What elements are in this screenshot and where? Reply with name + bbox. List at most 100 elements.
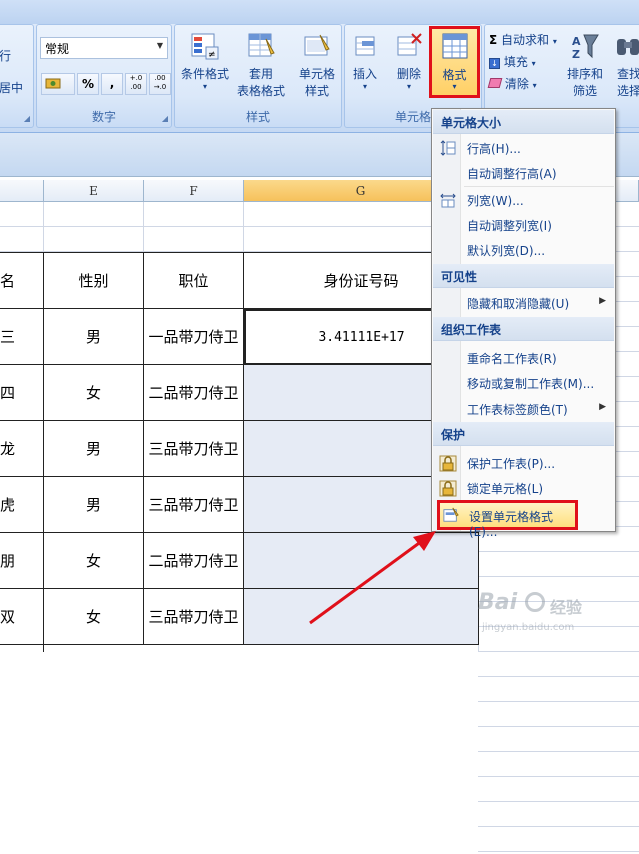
column-width-icon: [440, 193, 456, 208]
cell-name[interactable]: 朋: [0, 533, 44, 589]
cell-gender[interactable]: 男: [44, 309, 144, 365]
dialog-launcher-icon[interactable]: ◢: [162, 114, 168, 123]
increase-decimal-button[interactable]: +.0 .00: [125, 73, 147, 95]
currency-button[interactable]: [41, 73, 75, 95]
table-format-icon: [248, 33, 275, 57]
cell-gender[interactable]: 男: [44, 421, 144, 477]
delete-button[interactable]: 删除 ▾: [385, 29, 433, 101]
styles-group: ≠ 条件格式 ▾ 套用 表格格式 单元格 样式 样式: [174, 24, 342, 128]
insert-button[interactable]: 插入 ▾: [341, 29, 389, 101]
cell-position[interactable]: 三品带刀侍卫: [144, 589, 244, 645]
cell-gender[interactable]: 女: [44, 365, 144, 421]
autosum-label: 自动求和: [501, 33, 550, 47]
merge-center-label[interactable]: 居中: [0, 79, 23, 96]
table-format-button[interactable]: 套用 表格格式: [233, 29, 289, 101]
delete-label: 删除: [396, 67, 421, 81]
fill-down-icon: ↓: [489, 58, 500, 69]
menu-item-label: 列宽(W)...: [467, 194, 524, 208]
red-arrow-annotation: [309, 531, 436, 625]
cell-style-label-2: 样式: [304, 84, 329, 98]
cell-name[interactable]: 三: [0, 309, 44, 365]
menu-section-protection: 保护: [433, 422, 614, 446]
ribbon-tab-strip: [0, 0, 639, 24]
menu-item-row-height[interactable]: 行高(H)...: [433, 135, 614, 160]
styles-group-label: 样式: [245, 110, 270, 124]
menu-item-column-width[interactable]: 列宽(W)...: [433, 187, 614, 212]
fill-button[interactable]: ↓ 填充 ▾: [489, 53, 536, 70]
chevron-down-icon: ▼: [156, 41, 163, 50]
menu-item-hide-unhide[interactable]: 隐藏和取消隐藏(U) ▶: [433, 290, 614, 315]
autosum-button[interactable]: Σ 自动求和 ▾: [489, 31, 557, 48]
menu-section-visibility: 可见性: [433, 264, 614, 288]
watermark-brand: Bai: [478, 590, 518, 615]
submenu-arrow-icon: ▶: [599, 402, 606, 412]
menu-item-label: 移动或复制工作表(M)...: [467, 377, 595, 391]
cell-name[interactable]: 虎: [0, 477, 44, 533]
menu-item-tab-color[interactable]: 工作表标签颜色(T) ▶: [433, 396, 614, 421]
alignment-group: 行 居中 ◢: [0, 24, 34, 128]
cell-name[interactable]: 双: [0, 589, 44, 645]
lock-sheet-icon: [439, 455, 457, 472]
chevron-down-icon: ▾: [532, 81, 537, 90]
chevron-down-icon: ▾: [452, 82, 457, 91]
table-header-name[interactable]: 名: [0, 253, 44, 309]
menu-section-cell-size: 单元格大小: [433, 110, 614, 134]
dialog-launcher-icon[interactable]: ◢: [24, 114, 30, 123]
menu-item-lock-cell[interactable]: 锁定单元格(L): [433, 475, 614, 500]
conditional-format-label: 条件格式: [180, 67, 229, 81]
comma-button[interactable]: ,: [101, 73, 123, 95]
cell-position[interactable]: 三品带刀侍卫: [144, 477, 244, 533]
menu-item-autofit-row[interactable]: 自动调整行高(A): [433, 160, 614, 185]
cell-position[interactable]: 二品带刀侍卫: [144, 533, 244, 589]
chevron-down-icon: ▾: [552, 37, 557, 46]
number-format-select[interactable]: 常规 ▼: [40, 37, 168, 59]
cell-style-label-1: 单元格: [298, 67, 335, 81]
sort-filter-button[interactable]: A Z 排序和 筛选: [565, 29, 605, 101]
row-height-icon: [440, 140, 456, 156]
menu-item-label: 设置单元格格式(E)...: [469, 510, 554, 539]
format-dropdown-menu: 单元格大小 行高(H)... 自动调整行高(A) 列宽(W)... 自动调整列宽…: [431, 108, 616, 532]
table-header-gender[interactable]: 性别: [44, 253, 144, 309]
menu-item-protect-sheet[interactable]: 保护工作表(P)...: [433, 450, 614, 475]
format-button[interactable]: 格式 ▾: [429, 26, 480, 98]
menu-item-move-copy-sheet[interactable]: 移动或复制工作表(M)...: [433, 370, 614, 395]
cell-position[interactable]: 一品带刀侍卫: [144, 309, 244, 365]
grid-line: [43, 202, 44, 252]
menu-item-label: 锁定单元格(L): [467, 482, 544, 496]
svg-text:≠: ≠: [208, 50, 216, 60]
cell-position[interactable]: 二品带刀侍卫: [144, 365, 244, 421]
menu-item-autofit-column[interactable]: 自动调整列宽(I): [433, 212, 614, 237]
menu-item-default-width[interactable]: 默认列宽(D)...: [433, 237, 614, 262]
conditional-format-icon: ≠: [191, 33, 219, 60]
menu-item-label: 自动调整列宽(I): [467, 219, 552, 233]
decrease-decimal-button[interactable]: .00 →.0: [149, 73, 171, 95]
cell-position[interactable]: 三品带刀侍卫: [144, 421, 244, 477]
find-select-label-1: 查找: [616, 67, 639, 81]
menu-item-rename-sheet[interactable]: 重命名工作表(R): [433, 345, 614, 370]
number-group-label: 数字: [91, 110, 116, 124]
cell-style-icon: [304, 34, 330, 56]
column-header-f[interactable]: F: [144, 180, 244, 202]
delete-cells-icon: [397, 33, 422, 56]
cell-name[interactable]: 龙: [0, 421, 44, 477]
clear-button[interactable]: 清除 ▾: [487, 75, 537, 92]
fill-label: 填充: [503, 55, 528, 69]
find-select-button[interactable]: 查找 选择: [609, 29, 639, 101]
cell-name[interactable]: 四: [0, 365, 44, 421]
conditional-format-button[interactable]: ≠ 条件格式 ▾: [177, 29, 233, 101]
table-header-position[interactable]: 职位: [144, 253, 244, 309]
column-header-e[interactable]: E: [44, 180, 144, 202]
svg-text:A: A: [572, 35, 581, 48]
cell-style-button[interactable]: 单元格 样式: [289, 29, 345, 101]
currency-icon: [45, 78, 61, 89]
wrap-text-label[interactable]: 行: [0, 47, 11, 64]
column-header-partial[interactable]: [0, 180, 44, 202]
menu-item-label: 保护工作表(P)...: [467, 457, 556, 471]
percent-button[interactable]: %: [77, 73, 99, 95]
menu-item-label: 隐藏和取消隐藏(U): [467, 297, 570, 311]
cell-gender[interactable]: 女: [44, 589, 144, 645]
cell-gender[interactable]: 男: [44, 477, 144, 533]
cell-gender[interactable]: 女: [44, 533, 144, 589]
menu-item-format-cells[interactable]: 设置单元格格式(E)...: [437, 500, 578, 539]
lock-icon: [439, 480, 457, 497]
